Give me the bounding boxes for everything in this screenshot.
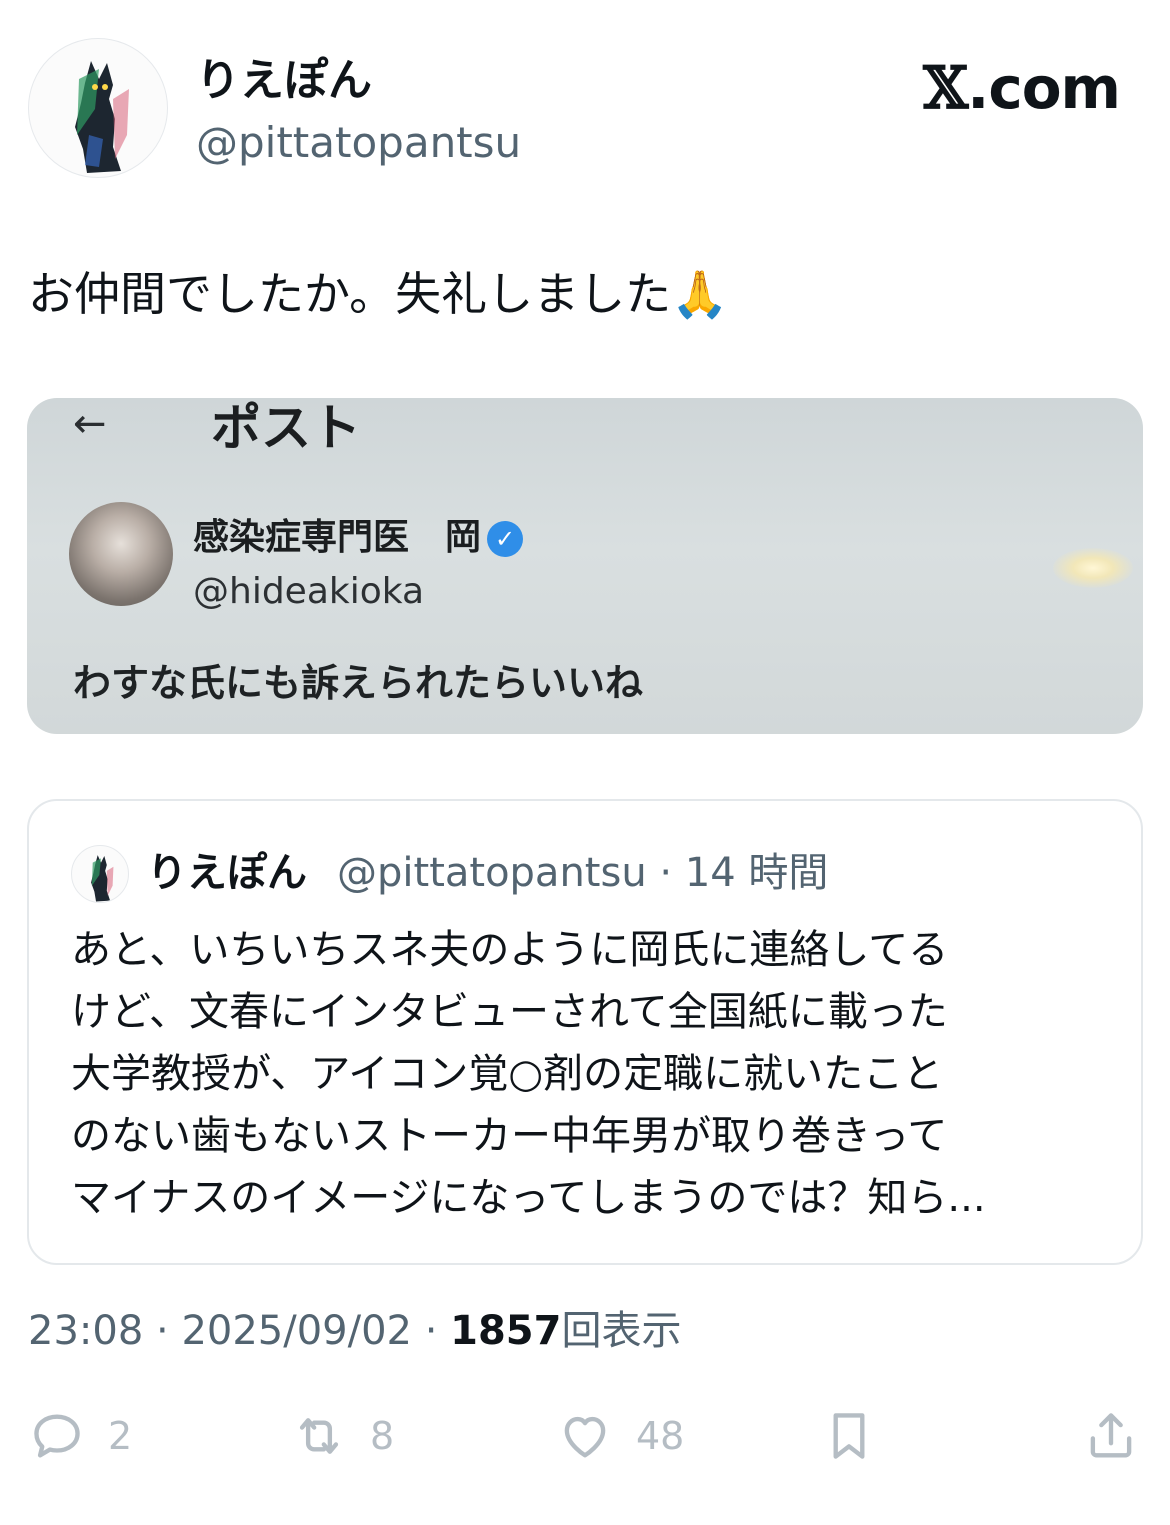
- tweet-text: お仲間でしたか。失礼しました🙏: [28, 267, 729, 321]
- photo-author-name: 感染症専門医 岡 ✓: [193, 516, 524, 560]
- share-icon: [1090, 1413, 1132, 1458]
- like-count: 48: [636, 1414, 685, 1458]
- tweet-date[interactable]: 2025/09/02: [181, 1308, 412, 1354]
- tweet-meta: 23:08 · 2025/09/02 · 1857回表示: [28, 1304, 681, 1358]
- views-count: 1857: [450, 1308, 562, 1354]
- quoted-text-line: マイナスのイメージになってしまうのでは？知ら...: [71, 1175, 986, 1221]
- like-button[interactable]: 48: [556, 1400, 684, 1472]
- photo-back-arrow: ←: [73, 401, 107, 447]
- brand-domain: .com: [967, 54, 1121, 122]
- quoted-author-handle-time: @pittatopantsu · 14 時間: [337, 850, 829, 896]
- photo-post-text: わすな氏にも訴えられたらいいね: [73, 661, 644, 705]
- photo-post-title: ポスト: [211, 399, 361, 457]
- bookmark-icon: [833, 1413, 865, 1459]
- retweet-icon: [299, 1418, 339, 1454]
- reply-button[interactable]: 2: [28, 1400, 132, 1472]
- x-logo-icon: 𝕏: [923, 54, 968, 122]
- quoted-tweet-text: あと、いちいちスネ夫のように岡氏に連絡してる けど、文春にインタビューされて全国…: [71, 919, 1111, 1229]
- quoted-author-avatar: [71, 845, 129, 903]
- quoted-text-line: 大学教授が、アイコン覚○剤の定職に就いたこと: [71, 1051, 944, 1097]
- cat-artwork-icon: [91, 855, 114, 902]
- meta-separator: ·: [156, 1308, 169, 1354]
- attached-photo[interactable]: ← ポスト 感染症専門医 岡 ✓ @hideakioka わすな氏にも訴えられたら…: [27, 398, 1143, 734]
- photo-author-handle: @hideakioka: [193, 571, 425, 612]
- views-label: 回表示: [561, 1308, 682, 1354]
- tweet-header: りえぽん @pittatopantsu 𝕏.com: [28, 38, 1142, 180]
- author-handle[interactable]: @pittatopantsu: [196, 118, 521, 168]
- share-button[interactable]: [1082, 1400, 1140, 1472]
- bookmark-button[interactable]: [820, 1400, 878, 1472]
- author-avatar[interactable]: [28, 38, 168, 178]
- photo-author-avatar: [69, 502, 173, 606]
- retweet-count: 8: [370, 1414, 395, 1458]
- meta-separator: ·: [424, 1308, 438, 1354]
- photo-author-name-text: 感染症専門医 岡: [193, 517, 482, 558]
- reply-count: 2: [108, 1414, 133, 1458]
- quoted-author-name: りえぽん: [147, 850, 307, 896]
- brand-logo: 𝕏.com: [923, 54, 1121, 122]
- quoted-text-line: のない歯もないストーカー中年男が取り巻きって: [71, 1113, 948, 1159]
- cat-artwork-icon: [75, 61, 129, 173]
- author-name[interactable]: りえぽん: [196, 56, 372, 106]
- reply-icon: [34, 1414, 80, 1458]
- quoted-text-line: けど、文春にインタビューされて全国紙に載った: [71, 989, 948, 1035]
- heart-icon: [564, 1416, 606, 1458]
- quoted-text-line: あと、いちいちスネ夫のように岡氏に連絡してる: [71, 927, 949, 973]
- screen-glare: [1053, 548, 1133, 588]
- tweet-time[interactable]: 23:08: [28, 1308, 143, 1354]
- retweet-button[interactable]: 8: [290, 1400, 394, 1472]
- quoted-tweet[interactable]: りえぽん @pittatopantsu · 14 時間 あと、いちいちスネ夫のよ…: [27, 799, 1143, 1265]
- action-bar: 2 8 48: [28, 1400, 1142, 1480]
- verified-badge-icon: ✓: [487, 521, 524, 557]
